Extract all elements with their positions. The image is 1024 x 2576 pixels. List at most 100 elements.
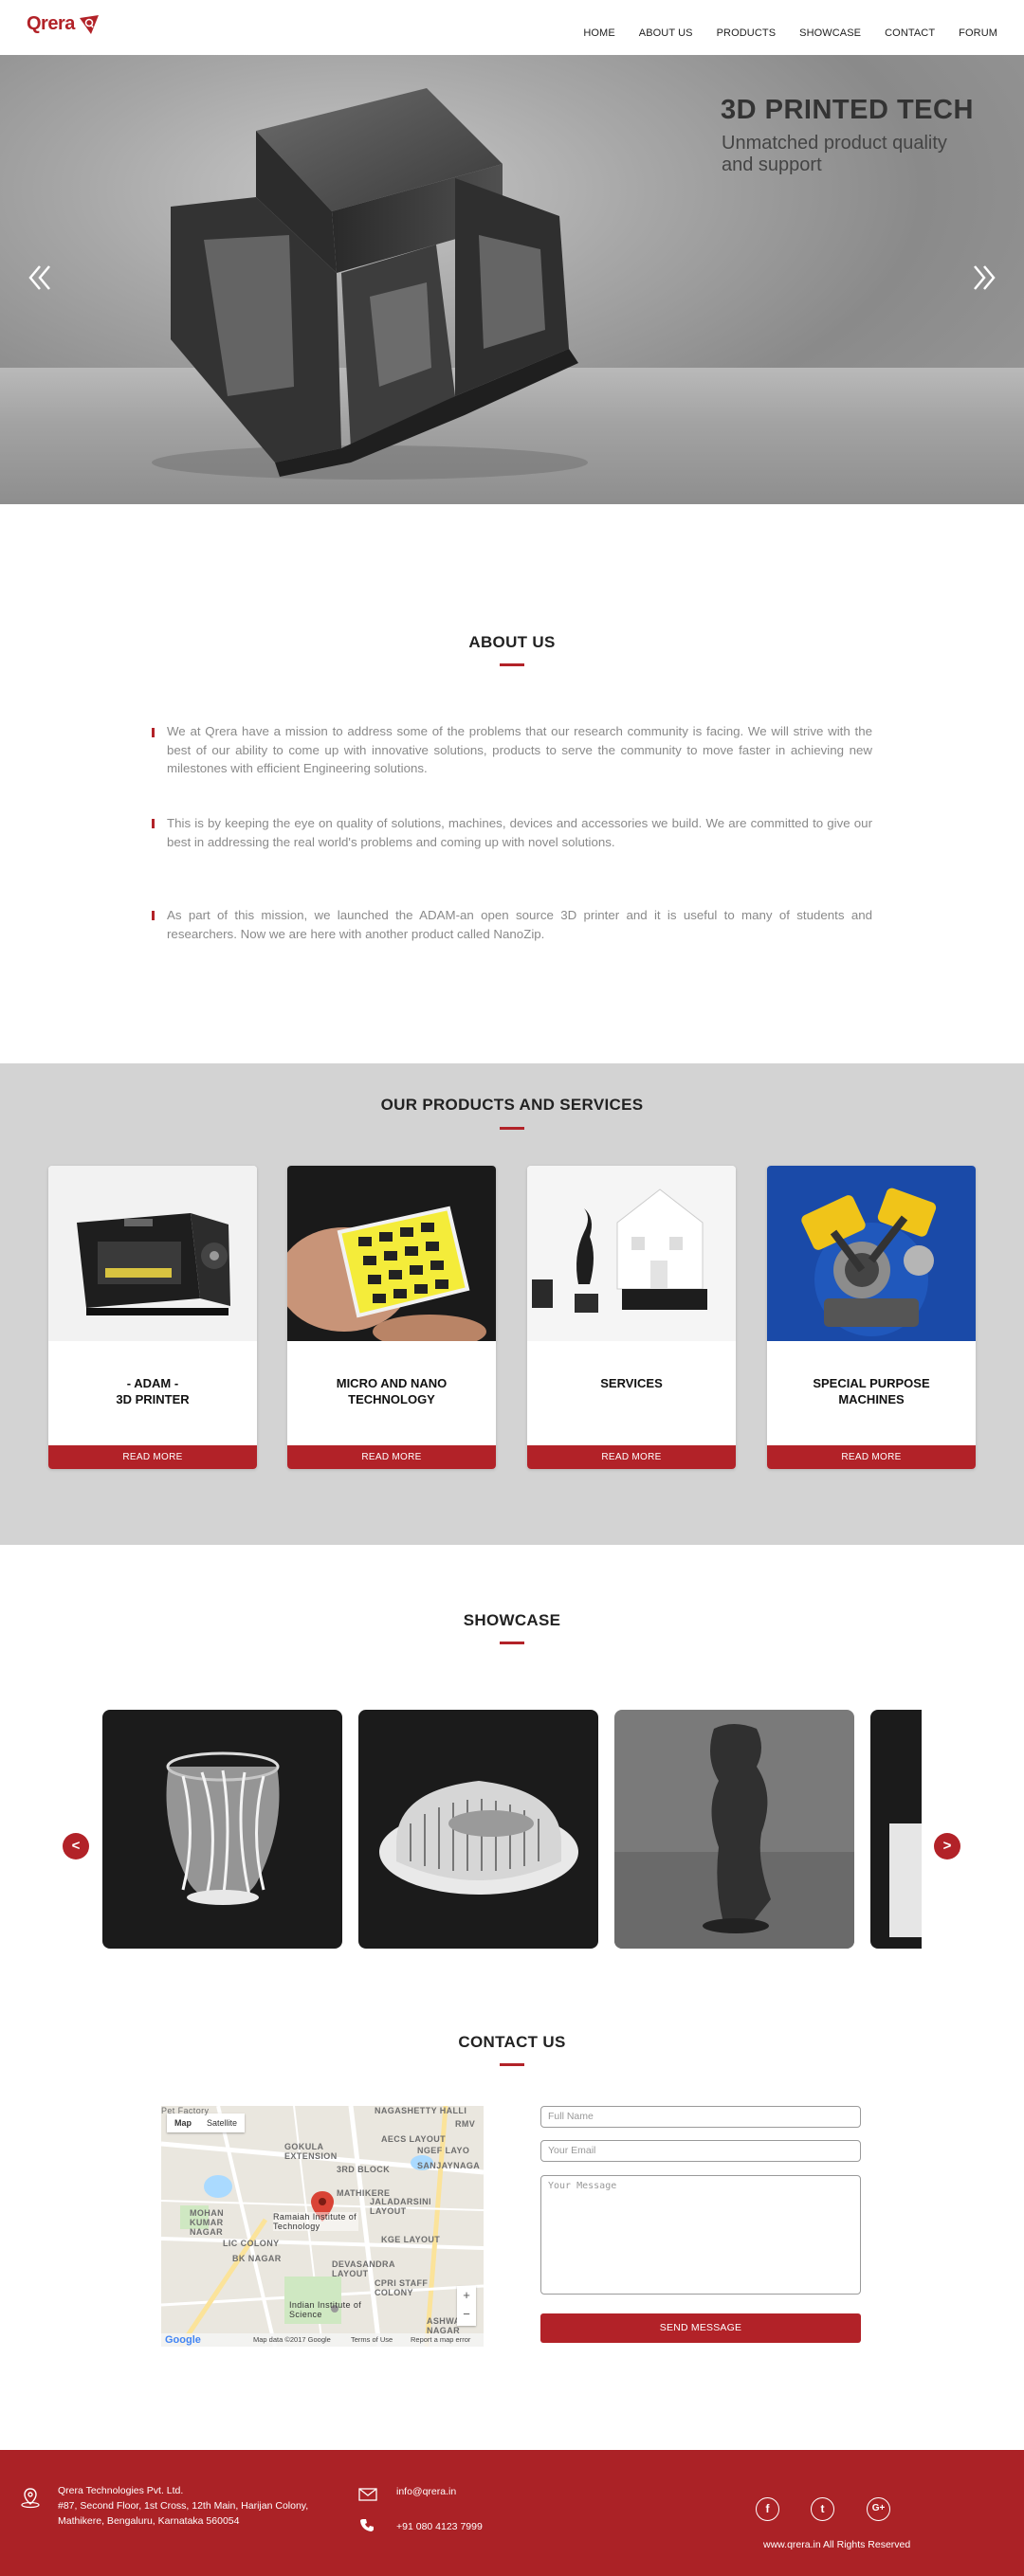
map-label: AECS LAYOUT [381, 2134, 447, 2144]
map-terms-link[interactable]: Terms of Use [351, 2335, 393, 2344]
product-card-title: MICRO AND NANO TECHNOLOGY [336, 1376, 448, 1406]
footer-address-line1: #87, Second Floor, 1st Cross, 12th Main,… [58, 2500, 309, 2512]
map-label: SANJAYNAGA [417, 2161, 481, 2170]
map-label: BK NAGAR [232, 2254, 282, 2263]
map-label: MOHAN KUMAR NAGAR [190, 2208, 224, 2237]
about-title-underline [500, 663, 524, 666]
product-card-title: SERVICES [600, 1376, 663, 1390]
adam-3d-printer-image [48, 1166, 257, 1341]
mail-icon [358, 2488, 377, 2501]
about-bullet [152, 819, 155, 828]
full-name-input[interactable]: Full Name [540, 2106, 861, 2128]
map-label: NAGASHETTY HALLI [375, 2106, 467, 2115]
showcase-torso-sculpture-image[interactable] [614, 1710, 854, 1949]
about-bullet [152, 911, 155, 920]
about-paragraph: We at Qrera have a mission to address so… [167, 724, 872, 775]
map-place-label: Ramaiah Institute of Technology [273, 2212, 358, 2231]
product-card-title: - ADAM -3D PRINTER [116, 1376, 190, 1406]
map-tab-satellite[interactable]: Satellite [199, 2113, 245, 2132]
google-plus-icon[interactable]: G+ [867, 2497, 890, 2521]
double-chevron-right-icon[interactable] [971, 259, 997, 297]
about-paragraph: This is by keeping the eye on quality of… [167, 816, 872, 849]
footer-email[interactable]: info@qrera.in [396, 2484, 456, 2499]
special-purpose-machine-image [767, 1166, 976, 1341]
main-nav: HOME ABOUT US PRODUCTS SHOWCASE CONTACT … [559, 27, 997, 39]
map-type-tabs: Map Satellite [167, 2113, 246, 2132]
product-card-services[interactable]: SERVICES READ MORE [527, 1166, 736, 1469]
footer-company: Qrera Technologies Pvt. Ltd. [58, 2485, 184, 2496]
map-zoom-control[interactable]: + − [457, 2286, 476, 2326]
hero-3d-printed-object-image [152, 88, 588, 480]
hero-title: 3D PRINTED TECH [721, 95, 974, 125]
nav-about-us[interactable]: ABOUT US [639, 27, 693, 39]
products-title-underline [500, 1127, 524, 1130]
product-card-micro-nano[interactable]: MICRO AND NANO TECHNOLOGY READ MORE [287, 1166, 496, 1469]
logo-mark-icon [79, 14, 99, 34]
double-chevron-left-icon[interactable] [27, 259, 53, 297]
product-card-special-machines[interactable]: SPECIAL PURPOSE MACHINES READ MORE [767, 1166, 976, 1469]
nav-products[interactable]: PRODUCTS [717, 27, 777, 39]
product-card-adam[interactable]: - ADAM -3D PRINTER READ MORE [48, 1166, 257, 1469]
map-footer: Google Map data ©2017 Google Terms of Us… [161, 2333, 484, 2347]
map-label: 3RD BLOCK [337, 2165, 391, 2174]
map-label: GOKULA EXTENSION [284, 2142, 338, 2161]
read-more-button[interactable]: READ MORE [527, 1445, 736, 1469]
read-more-button[interactable]: READ MORE [287, 1445, 496, 1469]
about-title: ABOUT US [468, 633, 556, 651]
map-label: Pet Factory [161, 2106, 210, 2115]
map-place-label: Indian Institute of Science [289, 2300, 362, 2319]
about-bullet [152, 728, 155, 737]
showcase-vase-image[interactable] [102, 1710, 342, 1949]
showcase-next-item-image[interactable] [870, 1710, 922, 1949]
map-label: LIC COLONY [223, 2239, 280, 2248]
map-tab-map[interactable]: Map [167, 2113, 199, 2132]
logo-text: Qrera [27, 13, 75, 34]
map-report-link[interactable]: Report a map error [411, 2335, 470, 2344]
services-printed-models-image [527, 1166, 736, 1341]
message-textarea[interactable]: Your Message [540, 2175, 861, 2295]
contact-title: CONTACT US [458, 2033, 566, 2051]
micro-nano-chip-image [287, 1166, 496, 1341]
map-label: JALADARSINI LAYOUT [370, 2197, 431, 2216]
contact-title-underline [500, 2063, 524, 2066]
location-pin-icon [21, 2488, 40, 2509]
map-label: RMV [455, 2119, 476, 2129]
phone-icon [360, 2519, 374, 2531]
map-label: NGEF LAYO [417, 2146, 470, 2155]
footer-phone[interactable]: +91 080 4123 7999 [396, 2519, 483, 2534]
showcase-carousel [102, 1710, 922, 1949]
site-header: Qrera HOME ABOUT US PRODUCTS SHOWCASE CO… [0, 0, 1024, 55]
footer-copyright: www.qrera.in All Rights Reserved [763, 2539, 911, 2550]
products-title: OUR PRODUCTS AND SERVICES [380, 1096, 644, 1114]
hero-subtitle: Unmatched product quality and support [722, 133, 947, 175]
map-label: DEVASANDRA LAYOUT [332, 2259, 395, 2278]
hero-slider: 3D PRINTED TECH Unmatched product qualit… [0, 55, 1024, 504]
about-paragraph: As part of this mission, we launched the… [167, 908, 872, 941]
showcase-colosseum-image[interactable] [358, 1710, 598, 1949]
showcase-title-underline [500, 1642, 524, 1644]
site-footer: Qrera Technologies Pvt. Ltd. #87, Second… [0, 2450, 1024, 2576]
twitter-icon[interactable]: t [811, 2497, 834, 2521]
footer-address-line2: Mathikere, Bengaluru, Karnataka 560054 [58, 2515, 240, 2527]
read-more-button[interactable]: READ MORE [48, 1445, 257, 1469]
nav-home[interactable]: HOME [583, 27, 614, 39]
products-section: OUR PRODUCTS AND SERVICES - ADAM -3D PRI… [0, 1063, 1024, 1545]
nav-forum[interactable]: FORUM [959, 27, 997, 39]
facebook-icon[interactable]: f [756, 2497, 779, 2521]
showcase-prev-button[interactable]: < [63, 1833, 89, 1859]
read-more-button[interactable]: READ MORE [767, 1445, 976, 1469]
map-label: CPRI STAFF COLONY [375, 2278, 429, 2297]
product-card-title: SPECIAL PURPOSE MACHINES [813, 1376, 930, 1406]
nav-showcase[interactable]: SHOWCASE [799, 27, 861, 39]
send-message-button[interactable]: SEND MESSAGE [540, 2313, 861, 2343]
nav-contact[interactable]: CONTACT [885, 27, 935, 39]
footer-address: Qrera Technologies Pvt. Ltd. #87, Second… [58, 2483, 308, 2529]
map-data-text: Map data ©2017 Google [253, 2335, 331, 2344]
logo[interactable]: Qrera [27, 13, 101, 35]
google-map[interactable]: Map Satellite Pet Factory NAGASHETTY HAL… [161, 2106, 484, 2347]
showcase-next-button[interactable]: > [934, 1833, 960, 1859]
map-label: KGE LAYOUT [381, 2235, 441, 2244]
email-input[interactable]: Your Email [540, 2140, 861, 2162]
google-logo: Google [165, 2334, 201, 2346]
showcase-title: SHOWCASE [463, 1611, 561, 1629]
